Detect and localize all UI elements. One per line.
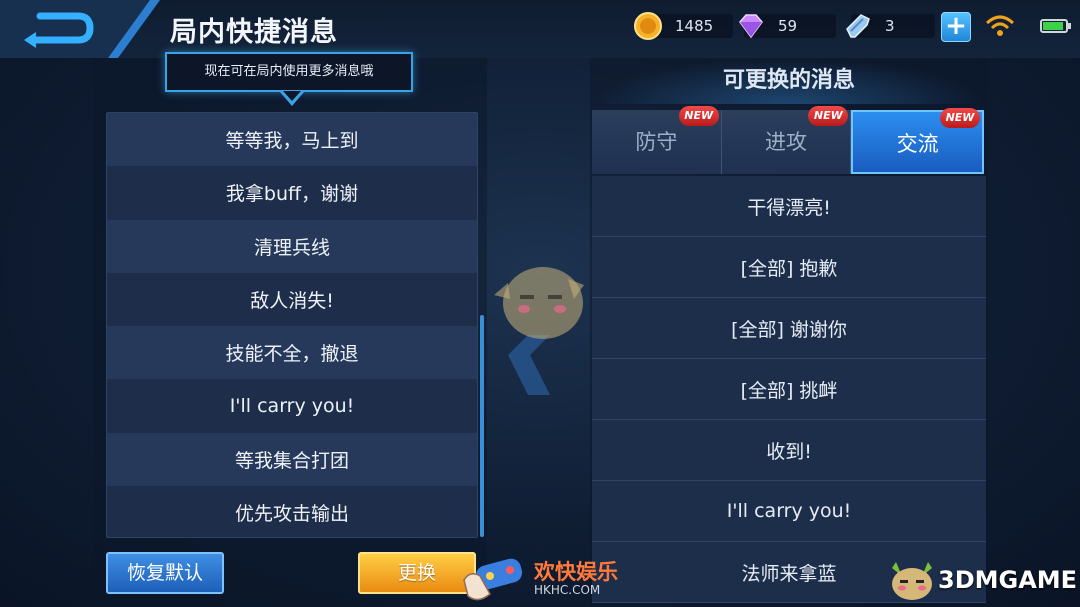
message-list-scrollbar[interactable] [480, 315, 484, 537]
tab-communication[interactable]: 交流 NEW [851, 108, 985, 174]
add-currency-button[interactable]: + [941, 12, 971, 42]
new-badge: NEW [940, 108, 981, 128]
tip-arrow [280, 91, 304, 106]
list-item[interactable]: 清理兵线 [107, 219, 477, 273]
3dm-mascot-icon [892, 562, 932, 600]
tab-attack[interactable]: 进攻 NEW [721, 106, 852, 174]
watermark-site-name: 欢快娱乐 [534, 560, 618, 584]
new-badge: NEW [808, 106, 849, 126]
diamond-icon [739, 14, 763, 39]
new-badge: NEW [678, 106, 719, 126]
list-item[interactable]: I'll carry you! [107, 379, 477, 433]
page-title: 局内快捷消息 [170, 17, 338, 48]
tab-defense[interactable]: 防守 NEW [592, 106, 722, 174]
replaceable-message-list: 干得漂亮! [全部] 抱歉 [全部] 谢谢你 [全部] 挑衅 收到! I'll … [592, 176, 986, 607]
tip-banner: 现在可在局内使用更多消息哦 [165, 52, 413, 92]
tab-label: 交流 [896, 132, 939, 156]
diamond-counter: 59 [736, 12, 836, 40]
list-item[interactable]: [全部] 谢谢你 [592, 298, 986, 359]
gold-counter: 1485 [633, 12, 733, 40]
gold-coin-icon [634, 12, 662, 40]
reset-default-button[interactable]: 恢复默认 [106, 552, 224, 594]
replaceable-title: 可更换的消息 [590, 58, 988, 104]
list-item[interactable]: 干得漂亮! [592, 176, 986, 237]
list-item[interactable]: [全部] 挑衅 [592, 359, 986, 420]
current-message-list: 等等我，马上到 我拿buff，谢谢 清理兵线 敌人消失! 技能不全，撤退 I'l… [106, 112, 478, 538]
list-item[interactable]: 敌人消失! [107, 272, 477, 326]
list-item[interactable]: 我拿buff，谢谢 [107, 166, 477, 220]
replace-button[interactable]: 更换 [358, 552, 476, 594]
watermark-site-url: HKHC.COM [534, 583, 601, 597]
crystal-coupon-icon [846, 14, 870, 38]
back-button[interactable] [0, 0, 160, 58]
list-item[interactable]: 优先攻击输出 [107, 485, 477, 537]
list-item[interactable]: 等等我，马上到 [107, 113, 477, 167]
mascot-watermark-icon [494, 267, 584, 395]
wifi-icon [985, 15, 1015, 36]
coupon-counter: 3 [843, 12, 935, 40]
list-item[interactable]: [全部] 抱歉 [592, 237, 986, 298]
watermark-brand: 3DMGAME [938, 566, 1078, 594]
list-item[interactable]: 技能不全，撤退 [107, 326, 477, 380]
tab-label: 进攻 [765, 130, 807, 154]
tab-label: 防守 [635, 130, 678, 154]
gamepad-hand-icon [463, 558, 523, 601]
list-item[interactable]: I'll carry you! [592, 481, 986, 542]
back-arrow-icon [0, 0, 160, 58]
category-tabs: 防守 NEW 进攻 NEW 交流 NEW [592, 106, 985, 174]
plus-icon: + [945, 11, 967, 41]
list-item[interactable]: 收到! [592, 420, 986, 481]
battery-icon [1040, 19, 1071, 33]
list-item[interactable]: 等我集合打团 [107, 432, 477, 486]
